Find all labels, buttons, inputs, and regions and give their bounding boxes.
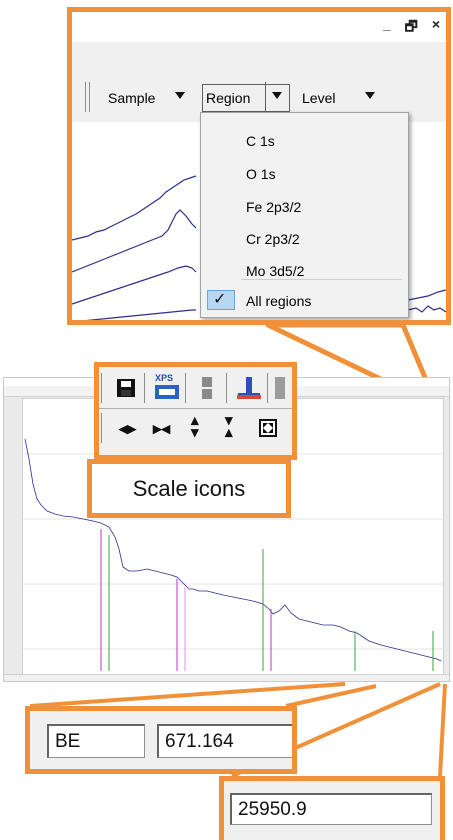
sample-dropdown-label[interactable]: Sample	[108, 90, 155, 106]
close-icon[interactable]: ×	[432, 16, 440, 40]
menu-divider	[241, 279, 402, 280]
checkmark-icon: ✓	[213, 291, 227, 308]
toolbar-separator	[267, 373, 268, 403]
toolbar-separator	[89, 82, 90, 112]
toolbar-separator	[101, 413, 102, 443]
restore-icon[interactable]: 🗗	[405, 16, 418, 40]
toolbar-separator	[144, 373, 145, 403]
region-dropdown-label[interactable]: Region	[206, 90, 250, 106]
toolbar-row-divider	[99, 408, 292, 409]
window-controls: _ 🗗 ×	[383, 16, 440, 40]
zoomed-spectrum-line-5	[407, 305, 446, 313]
title-bar: _ 🗗 ×	[72, 12, 446, 43]
minimize-icon[interactable]: _	[383, 16, 391, 40]
be-label-field: BE	[47, 724, 145, 758]
zoomed-spectrum-line-3	[72, 265, 197, 305]
intensity-value-field: 25950.9	[230, 793, 432, 825]
toolbar-separator	[85, 82, 86, 112]
value-callout-pointer-right	[438, 683, 447, 777]
region-menu-callout: _ 🗗 × Sample Region Level C 1s O 1s Fe 2…	[67, 7, 451, 325]
xps-icon[interactable]: XPS	[153, 373, 181, 401]
peak-icon[interactable]	[235, 373, 263, 401]
region-menu-item[interactable]: O 1s	[246, 166, 276, 182]
region-menu-item[interactable]: Cr 2p3/2	[246, 231, 300, 247]
be-value-field: 671.164	[157, 724, 292, 758]
level-dropdown-arrow-icon[interactable]	[365, 92, 375, 99]
level-dropdown-label[interactable]: Level	[302, 90, 335, 106]
save-icon[interactable]	[113, 375, 139, 401]
region-menu-item-all[interactable]: All regions	[246, 293, 311, 309]
toolbar-icons-callout: XPS ◂▸ ▸◂ ▴ ▾ ▾ ▴	[94, 362, 297, 460]
scale-icons-label: Scale icons	[87, 459, 291, 518]
region-dropdown-menu: C 1s O 1s Fe 2p3/2 Cr 2p3/2 Mo 3d5/2 ✓ A…	[200, 112, 409, 318]
zoomed-spectrum-line-1	[72, 175, 197, 241]
main-status-bar	[4, 674, 449, 681]
toolbar-separator	[185, 373, 186, 403]
main-peak-markers	[100, 529, 434, 671]
sample-dropdown-arrow-icon[interactable]	[175, 92, 185, 99]
region-menu-item[interactable]: C 1s	[246, 133, 275, 149]
zoomed-spectrum-line-6	[407, 289, 446, 301]
menu-bar	[72, 42, 446, 77]
region-menu-item[interactable]: Mo 3d5/2	[246, 263, 304, 279]
region-dropdown-divider	[265, 82, 266, 112]
partial-toolbar-icon[interactable]	[275, 377, 285, 399]
scale-horizontal-expand-icon[interactable]: ◂▸	[119, 419, 136, 439]
scale-vertical-expand-icon[interactable]: ▴ ▾	[191, 413, 199, 440]
zoomed-spectrum-line-4	[85, 309, 196, 320]
intensity-value-callout: 25950.9	[219, 776, 445, 840]
scale-fit-icon[interactable]	[257, 417, 279, 439]
scale-horizontal-contract-icon[interactable]: ▸◂	[153, 419, 170, 439]
binding-energy-callout: BE 671.164	[25, 706, 297, 774]
marker-icon[interactable]	[197, 375, 217, 401]
scale-vertical-contract-icon[interactable]: ▾ ▴	[225, 413, 233, 440]
region-dropdown-arrow-icon[interactable]	[272, 92, 282, 99]
toolbar-separator	[101, 373, 102, 403]
toolbar-separator	[226, 373, 227, 403]
region-menu-item[interactable]: Fe 2p3/2	[246, 199, 301, 215]
zoomed-spectrum-line-2	[72, 209, 197, 273]
